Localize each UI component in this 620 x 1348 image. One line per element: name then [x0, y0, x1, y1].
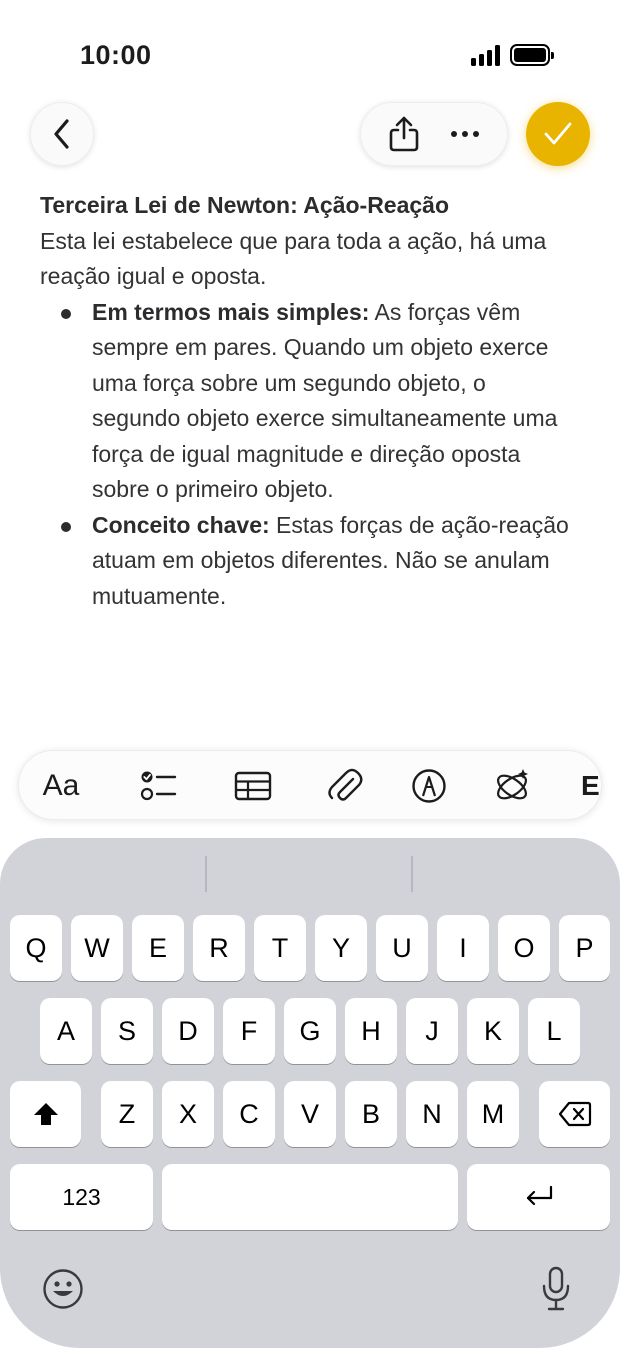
more-button[interactable]	[440, 109, 490, 159]
key-n[interactable]: N	[406, 1081, 458, 1147]
back-button[interactable]	[30, 102, 94, 166]
table-icon	[234, 771, 272, 801]
cellular-signal-icon	[471, 44, 500, 66]
status-time: 10:00	[80, 40, 152, 70]
key-q[interactable]: Q	[10, 915, 62, 981]
emoji-button[interactable]	[40, 1266, 86, 1312]
list-item: Em termos mais simples: As forças vêm se…	[61, 295, 580, 508]
battery-icon	[510, 44, 554, 66]
table-button[interactable]	[231, 751, 275, 819]
key-m[interactable]: M	[467, 1081, 519, 1147]
key-f[interactable]: F	[223, 998, 275, 1064]
writing-tools-icon	[497, 769, 528, 800]
key-l[interactable]: L	[528, 998, 580, 1064]
key-i[interactable]: I	[437, 915, 489, 981]
key-s[interactable]: S	[101, 998, 153, 1064]
key-w[interactable]: W	[71, 915, 123, 981]
key-x[interactable]: X	[162, 1081, 214, 1147]
note-title: Terceira Lei de Newton: Ação-Reação	[40, 192, 450, 218]
space-key[interactable]	[162, 1164, 458, 1230]
key-j[interactable]: J	[406, 998, 458, 1064]
more-formatting-button[interactable]: E	[581, 751, 601, 819]
shift-icon	[33, 1103, 58, 1125]
key-o[interactable]: O	[498, 915, 550, 981]
note-actions-pill	[360, 102, 508, 166]
checklist-button[interactable]	[137, 751, 181, 819]
done-button[interactable]	[526, 102, 590, 166]
formatting-toolbar: Aa E	[18, 750, 602, 820]
shift-key[interactable]	[10, 1081, 81, 1147]
key-d[interactable]: D	[162, 998, 214, 1064]
bullet-list: Em termos mais simples: As forças vêm se…	[61, 295, 580, 615]
chevron-left-icon	[54, 119, 69, 149]
key-t[interactable]: T	[254, 915, 306, 981]
key-a[interactable]: A	[40, 998, 92, 1064]
key-p[interactable]: P	[559, 915, 610, 981]
keyboard: Q W E R T Y U I O P A S D F G H J K L Z …	[0, 838, 620, 1348]
share-icon	[389, 116, 418, 152]
share-button[interactable]	[379, 109, 429, 159]
key-u[interactable]: U	[376, 915, 428, 981]
emoji-icon	[43, 1269, 83, 1309]
return-key[interactable]	[467, 1164, 610, 1230]
key-v[interactable]: V	[284, 1081, 336, 1147]
dictation-button[interactable]	[536, 1264, 576, 1314]
status-indicators	[471, 44, 554, 66]
key-g[interactable]: G	[284, 998, 336, 1064]
writing-tools-button[interactable]	[489, 751, 535, 819]
delete-icon	[558, 1101, 591, 1127]
key-e[interactable]: E	[132, 915, 184, 981]
bullet-text: As forças vêm sempre em pares. Quando um…	[92, 298, 558, 503]
key-z[interactable]: Z	[101, 1081, 153, 1147]
key-h[interactable]: H	[345, 998, 397, 1064]
bullet-bold-label: Conceito chave:	[92, 511, 270, 538]
key-r[interactable]: R	[193, 915, 245, 981]
checkmark-icon	[544, 122, 572, 145]
note-editor[interactable]: Terceira Lei de Newton: Ação-Reação Esta…	[40, 188, 580, 614]
markup-button[interactable]	[407, 751, 451, 819]
delete-key[interactable]	[539, 1081, 610, 1147]
markup-icon	[412, 769, 446, 803]
numbers-key[interactable]: 123	[10, 1164, 153, 1230]
suggestion-divider	[205, 856, 207, 892]
key-c[interactable]: C	[223, 1081, 275, 1147]
text-style-button[interactable]: Aa	[33, 751, 89, 819]
suggestion-divider	[411, 856, 413, 892]
key-k[interactable]: K	[467, 998, 519, 1064]
note-intro: Esta lei estabelece que para toda a ação…	[40, 227, 547, 290]
key-y[interactable]: Y	[315, 915, 367, 981]
attachment-button[interactable]	[323, 751, 367, 819]
ellipsis-icon	[450, 131, 479, 137]
key-b[interactable]: B	[345, 1081, 397, 1147]
attachment-icon	[328, 768, 363, 801]
bullet-bold-label: Em termos mais simples:	[92, 298, 370, 325]
microphone-icon	[542, 1266, 570, 1311]
checklist-icon	[140, 771, 177, 801]
return-icon	[526, 1185, 552, 1206]
list-item: Conceito chave: Estas forças de ação-rea…	[61, 508, 580, 615]
